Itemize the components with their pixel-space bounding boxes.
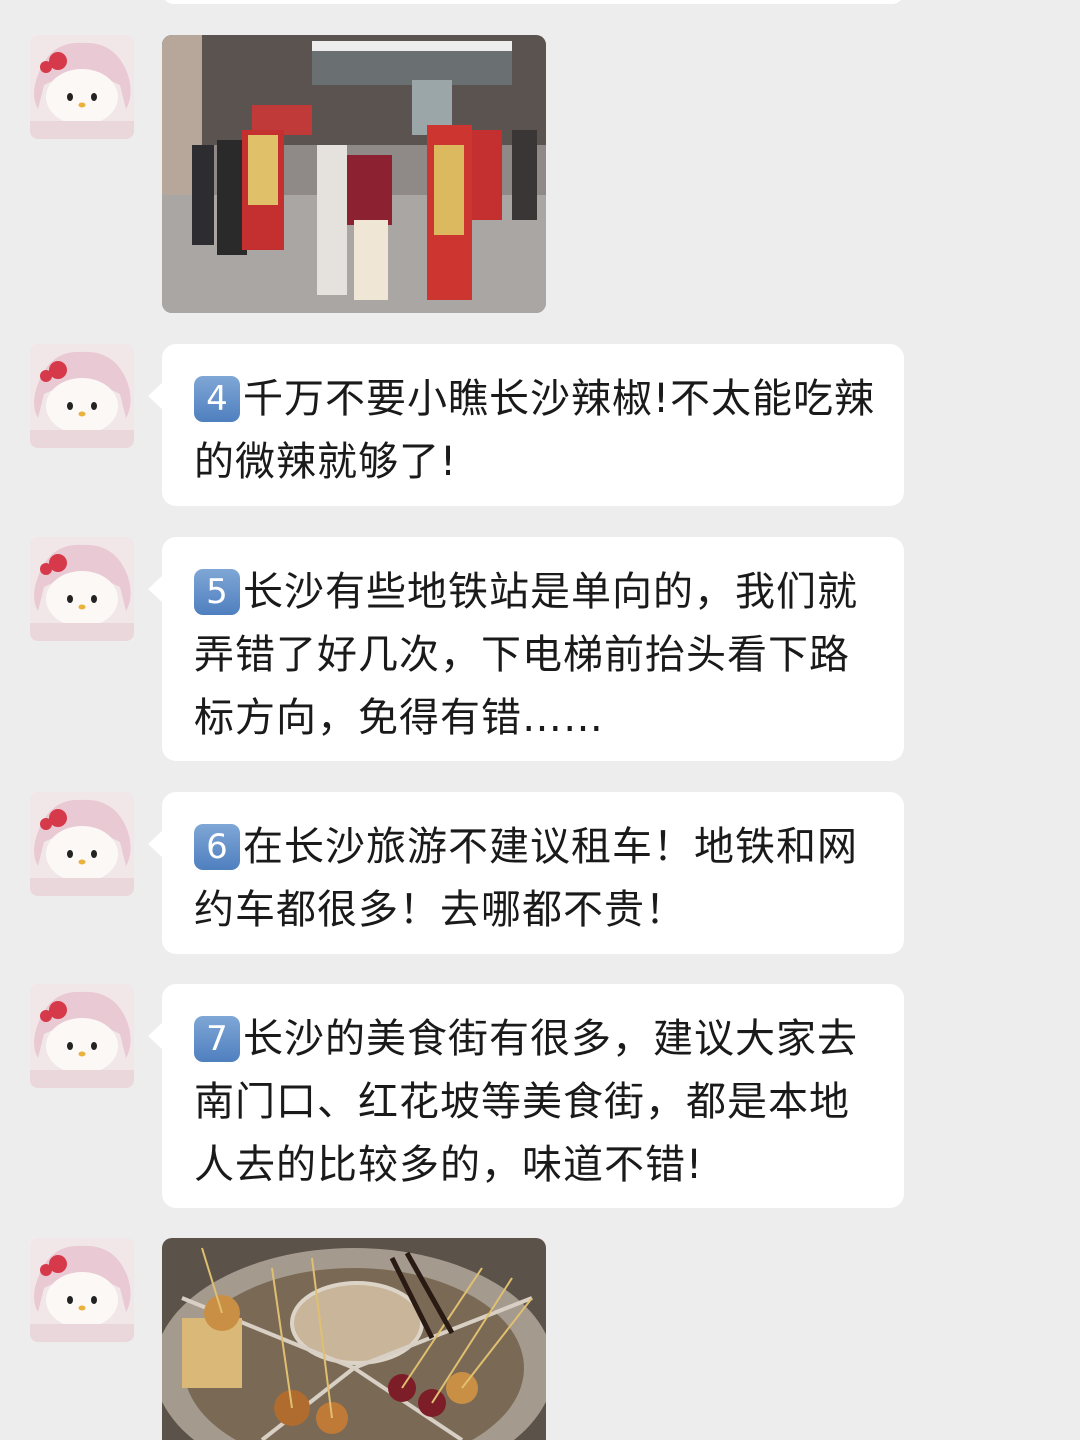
message-content: 千万不要小瞧长沙辣椒!不太能吃辣的微辣就够了! [194, 376, 876, 485]
keycap-number-icon: 5 [194, 569, 240, 615]
avatar[interactable] [30, 792, 134, 896]
avatar[interactable] [30, 537, 134, 641]
message-bubble[interactable]: 4 千万不要小瞧长沙辣椒!不太能吃辣的微辣就够了! [148, 344, 904, 506]
hello-kitty-plush-icon [30, 1238, 134, 1342]
avatar[interactable] [30, 344, 134, 448]
message-text: 5 长沙有些地铁站是单向的，我们就弄错了好几次，下电梯前抬头看下路标方向，免得有错… [194, 561, 884, 750]
keycap-number-icon: 7 [194, 1016, 240, 1062]
street-performers-photo[interactable] [162, 35, 546, 313]
previous-message-bubble[interactable] [162, 0, 904, 4]
avatar[interactable] [30, 984, 134, 1088]
hello-kitty-plush-icon [30, 984, 134, 1088]
message-text-5: 5 长沙有些地铁站是单向的，我们就弄错了好几次，下电梯前抬头看下路标方向，免得有错… [0, 537, 1080, 761]
chat-window: 4 千万不要小瞧长沙辣椒!不太能吃辣的微辣就够了! 5 长沙有些地铁站是单向的，我们… [0, 0, 1080, 1440]
message-content: 长沙的美食街有很多，建议大家去南门口、红花坡等美食街，都是本地人去的比较多的，味… [194, 1016, 858, 1188]
skewers-hotpot-photo-image [162, 1238, 546, 1440]
avatar[interactable] [30, 35, 134, 139]
hello-kitty-plush-icon [30, 792, 134, 896]
message-bubble[interactable]: 5 长沙有些地铁站是单向的，我们就弄错了好几次，下电梯前抬头看下路标方向，免得有错… [148, 537, 904, 761]
hello-kitty-plush-icon [30, 537, 134, 641]
street-performers-photo-image [162, 35, 546, 313]
avatar[interactable] [30, 1238, 134, 1342]
message-text-7: 7 长沙的美食街有很多，建议大家去南门口、红花坡等美食街，都是本地人去的比较多的，… [0, 984, 1080, 1208]
message-bubble[interactable]: 7 长沙的美食街有很多，建议大家去南门口、红花坡等美食街，都是本地人去的比较多的，… [148, 984, 904, 1208]
hello-kitty-plush-icon [30, 344, 134, 448]
message-text: 7 长沙的美食街有很多，建议大家去南门口、红花坡等美食街，都是本地人去的比较多的，… [194, 1008, 884, 1197]
hello-kitty-plush-icon [30, 35, 134, 139]
message-image-street [0, 35, 1080, 315]
message-text-4: 4 千万不要小瞧长沙辣椒!不太能吃辣的微辣就够了! [0, 344, 1080, 506]
message-content: 在长沙旅游不建议租车！地铁和网约车都很多！去哪都不贵！ [194, 824, 858, 933]
message-text-6: 6 在长沙旅游不建议租车！地铁和网约车都很多！去哪都不贵！ [0, 792, 1080, 954]
message-content: 长沙有些地铁站是单向的，我们就弄错了好几次，下电梯前抬头看下路标方向，免得有错…… [194, 569, 858, 741]
message-bubble[interactable]: 6 在长沙旅游不建议租车！地铁和网约车都很多！去哪都不贵！ [148, 792, 904, 954]
skewers-hotpot-photo[interactable] [162, 1238, 546, 1440]
keycap-number-icon: 6 [194, 824, 240, 870]
message-text: 6 在长沙旅游不建议租车！地铁和网约车都很多！去哪都不贵！ [194, 816, 884, 942]
keycap-number-icon: 4 [194, 376, 240, 422]
message-text: 4 千万不要小瞧长沙辣椒!不太能吃辣的微辣就够了! [194, 368, 884, 494]
message-image-hotpot [0, 1238, 1080, 1440]
